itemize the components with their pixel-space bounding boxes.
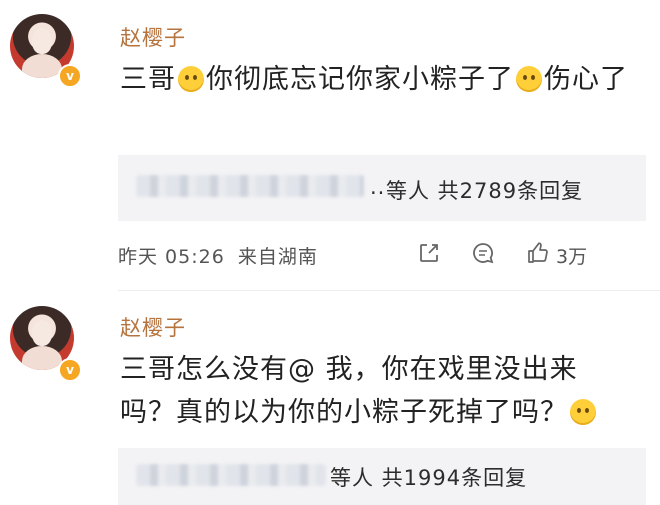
smile-emoji-icon [178, 66, 204, 92]
like-count: 3万 [556, 246, 588, 268]
comment-item: v 赵樱子 三哥怎么没有@ 我，你在戏里没出来吗？真的以为你的小粽子死掉了吗？ … [0, 290, 660, 505]
username[interactable]: 赵樱子 [120, 312, 186, 342]
comment-text-part: 三哥怎么没有@ 我，你在戏里没出来吗？真的以为你的小粽子死掉了吗？ [120, 354, 578, 428]
comment-text-part: 伤心了 [544, 64, 628, 95]
avatar-shoulder [22, 346, 62, 370]
avatar-face [32, 28, 52, 54]
comment-icon[interactable] [472, 242, 494, 264]
crying-emoji-icon [570, 399, 596, 425]
comment-text: 三哥 你彻底忘记你家小粽子了 伤心了 [120, 58, 630, 101]
like-icon[interactable] [526, 241, 550, 265]
username[interactable]: 赵樱子 [120, 22, 186, 52]
comment-time: 昨天 05:26 [118, 246, 225, 268]
blurred-prefix: .. [370, 175, 386, 199]
blurred-reply-names [136, 464, 326, 486]
avatar-face [32, 320, 52, 346]
blurred-reply-names [136, 175, 364, 197]
reply-summary-box[interactable]: .. 等人 共2789条回复 [118, 155, 646, 221]
comment-location: 来自湖南 [237, 246, 318, 268]
reply-summary-text[interactable]: 等人 共2789条回复 [386, 175, 583, 205]
comment-text-part: 三哥 [120, 64, 176, 95]
verified-badge-icon: v [58, 64, 82, 88]
avatar-shoulder [22, 54, 62, 78]
share-icon[interactable] [418, 242, 440, 264]
verified-badge-icon: v [58, 358, 82, 382]
sad-emoji-icon [516, 66, 542, 92]
comment-text: 三哥怎么没有@ 我，你在戏里没出来吗？真的以为你的小粽子死掉了吗？ [120, 348, 600, 434]
comment-text-part: 你彻底忘记你家小粽子了 [206, 64, 514, 95]
reply-summary-box[interactable]: 等人 共1994条回复 [118, 448, 646, 505]
comment-meta: 昨天 05:26 来自湖南 [118, 242, 318, 269]
reply-summary-text[interactable]: 等人 共1994条回复 [330, 462, 527, 492]
comment-item: v 赵樱子 三哥 你彻底忘记你家小粽子了 伤心了 .. 等人 共2789条回复 昨天… [0, 0, 660, 290]
